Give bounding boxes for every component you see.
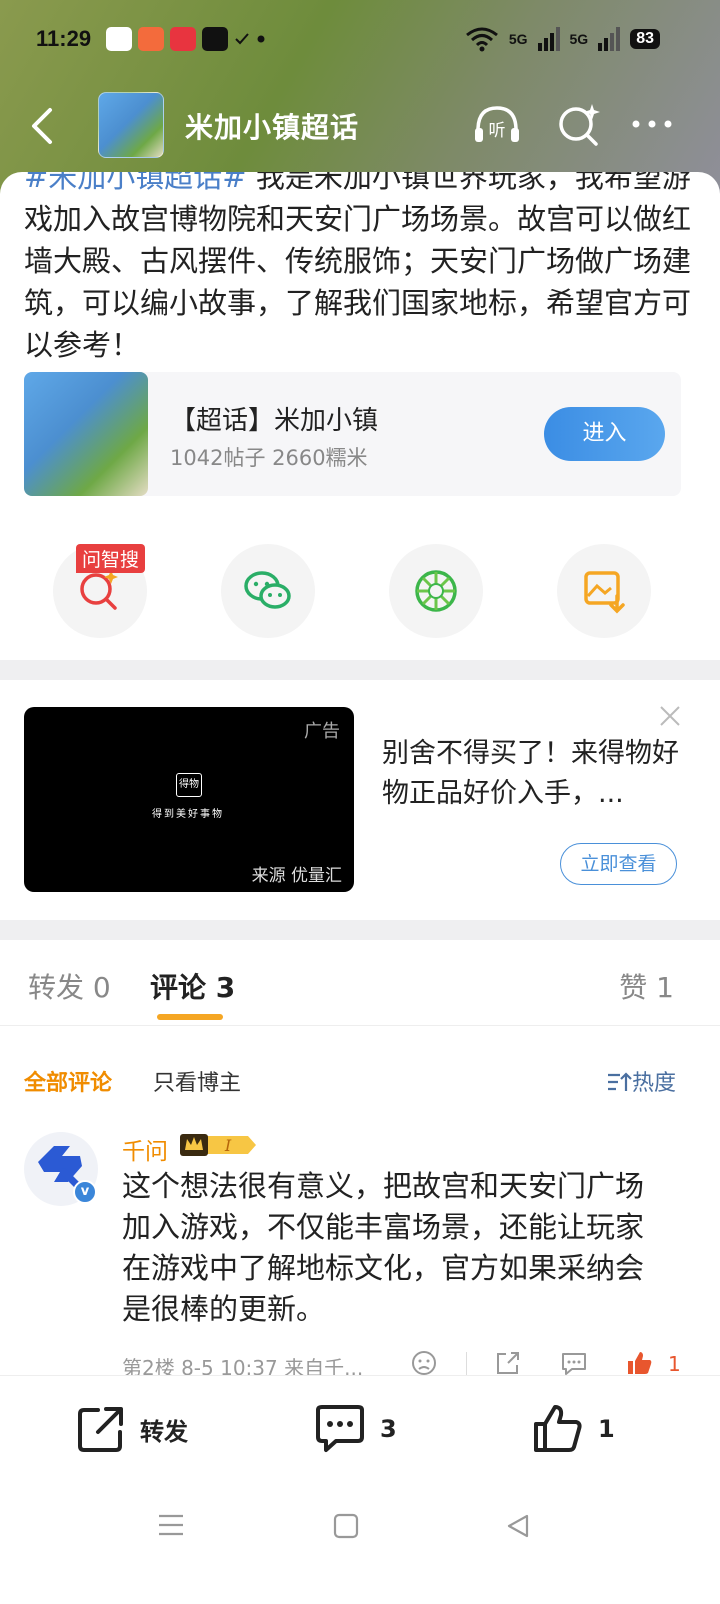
battery-indicator: 83 — [630, 29, 660, 49]
close-icon[interactable] — [658, 704, 682, 728]
tab-likes[interactable]: 赞 1 — [619, 966, 674, 1006]
comment-like-icon[interactable] — [626, 1350, 654, 1376]
home-icon[interactable] — [332, 1512, 360, 1540]
topic-card-stats: 1042帖子 2660糯米 — [170, 446, 368, 470]
reply-icon[interactable] — [560, 1350, 588, 1376]
ad-image[interactable]: 广告 得物 得到美好事物 来源 优量汇 — [24, 707, 354, 892]
post-text-lead: 我是米加小镇世界玩家，我希 — [246, 172, 633, 194]
share-icon[interactable] — [494, 1350, 522, 1376]
meta-divider — [466, 1352, 467, 1376]
comment-text: 这个想法很有意义，把故宫和天安门广场加入游戏，不仅能丰富场景，还能让玩家在游戏中… — [122, 1169, 645, 1326]
ad-label: 广告 — [304, 721, 340, 742]
sort-icon — [608, 1072, 632, 1091]
post-card: #米加小镇超话# 我是米加小镇世界玩家，我希望游戏加入故宫博物院和天安门广场场景… — [0, 172, 720, 672]
vip-crown-icon: I — [180, 1134, 256, 1156]
section-divider — [0, 920, 720, 940]
vip-level: I — [224, 1136, 232, 1155]
thumbs-up-icon — [534, 1405, 582, 1452]
tiktok-app-icon — [202, 27, 228, 51]
post-text: #米加小镇超话# 我是米加小镇世界玩家，我希望游戏加入故宫博物院和天安门广场场景… — [24, 172, 694, 366]
wechat-icon — [244, 571, 291, 609]
ad-source: 来源 优量汇 — [251, 866, 342, 886]
search-icon[interactable] — [554, 100, 604, 150]
moments-share-button[interactable] — [389, 544, 483, 638]
section-divider — [0, 660, 720, 680]
store-app-icon — [138, 27, 164, 51]
comment-icon — [316, 1405, 364, 1452]
listen-icon[interactable]: 听 — [472, 100, 522, 150]
topic-card-name: 【超话】米加小镇 — [170, 406, 379, 436]
like-count: 1 — [598, 1415, 615, 1443]
save-image-icon — [584, 571, 625, 614]
oppo-app-icon — [106, 27, 132, 51]
like-button[interactable]: 1 — [532, 1404, 615, 1454]
topic-hashtag-link[interactable]: #米加小镇超话# — [24, 172, 247, 194]
comment-username[interactable]: 千问 — [122, 1132, 168, 1166]
forward-icon — [78, 1407, 123, 1452]
filter-all-comments[interactable]: 全部评论 — [24, 1065, 112, 1097]
signal-2-icon — [598, 27, 621, 51]
verified-badge: v — [73, 1180, 97, 1204]
sort-label: 热度 — [632, 1071, 677, 1096]
forward-label: 转发 — [140, 1417, 188, 1446]
dislike-face-icon[interactable] — [410, 1350, 438, 1376]
active-tab-indicator — [157, 1014, 223, 1020]
tab-border — [0, 1025, 720, 1026]
ai-search-badge: 问智搜 — [76, 544, 146, 573]
filter-blogger-only[interactable]: 只看博主 — [153, 1065, 241, 1097]
ad-text[interactable]: 别舍不得买了！来得物好物正品好价入手，... — [382, 734, 682, 814]
topic-avatar[interactable] — [98, 92, 164, 158]
comment-button[interactable]: 3 — [314, 1404, 397, 1454]
post-text-body: 望游戏加入故宫博物院和天安门广场场景。故宫可以做红墙大殿、古风摆件、传统服饰；天… — [24, 172, 692, 362]
ad-logo: 得物 — [176, 773, 202, 797]
network-1-label: 5G — [508, 31, 528, 47]
status-indicators: 5G 5G 83 — [465, 26, 660, 52]
tab-forward[interactable]: 转发 0 — [28, 966, 111, 1006]
dot-icon — [257, 35, 265, 43]
comment-like-count: 1 — [668, 1352, 681, 1376]
heart-app-icon — [170, 27, 196, 51]
enter-button[interactable]: 进入 — [544, 407, 665, 461]
topic-card[interactable]: 【超话】米加小镇 1042帖子 2660糯米 进入 — [24, 372, 681, 496]
status-notification-icons — [106, 27, 266, 51]
check-icon — [235, 33, 249, 45]
status-time: 11:29 — [36, 26, 92, 51]
ai-search-icon — [80, 570, 118, 610]
page-title[interactable]: 米加小镇超话 — [185, 106, 359, 146]
system-nav-bar — [0, 1490, 720, 1604]
moments-icon — [415, 570, 457, 612]
wifi-icon — [465, 27, 498, 52]
save-image-share-button[interactable] — [557, 544, 651, 638]
more-icon[interactable] — [628, 100, 678, 150]
svg-text:听: 听 — [489, 121, 506, 141]
status-bar: 11:29 5G 5G 83 — [0, 0, 720, 80]
sort-button[interactable]: 热度 — [606, 1065, 676, 1097]
ad-slogan: 得到美好事物 — [152, 809, 224, 820]
ad-cta-button[interactable]: 立即查看 — [560, 843, 677, 885]
back-button[interactable] — [24, 104, 64, 148]
topic-card-image — [24, 372, 148, 496]
menu-icon[interactable] — [156, 1512, 186, 1538]
network-2-label: 5G — [569, 31, 589, 47]
wechat-share-button[interactable] — [221, 544, 315, 638]
comment-count: 3 — [380, 1415, 397, 1443]
tab-comments[interactable]: 评论 3 — [150, 966, 235, 1006]
signal-icon — [537, 27, 560, 51]
back-nav-icon[interactable] — [504, 1512, 532, 1540]
forward-button[interactable]: 转发 — [76, 1404, 188, 1454]
